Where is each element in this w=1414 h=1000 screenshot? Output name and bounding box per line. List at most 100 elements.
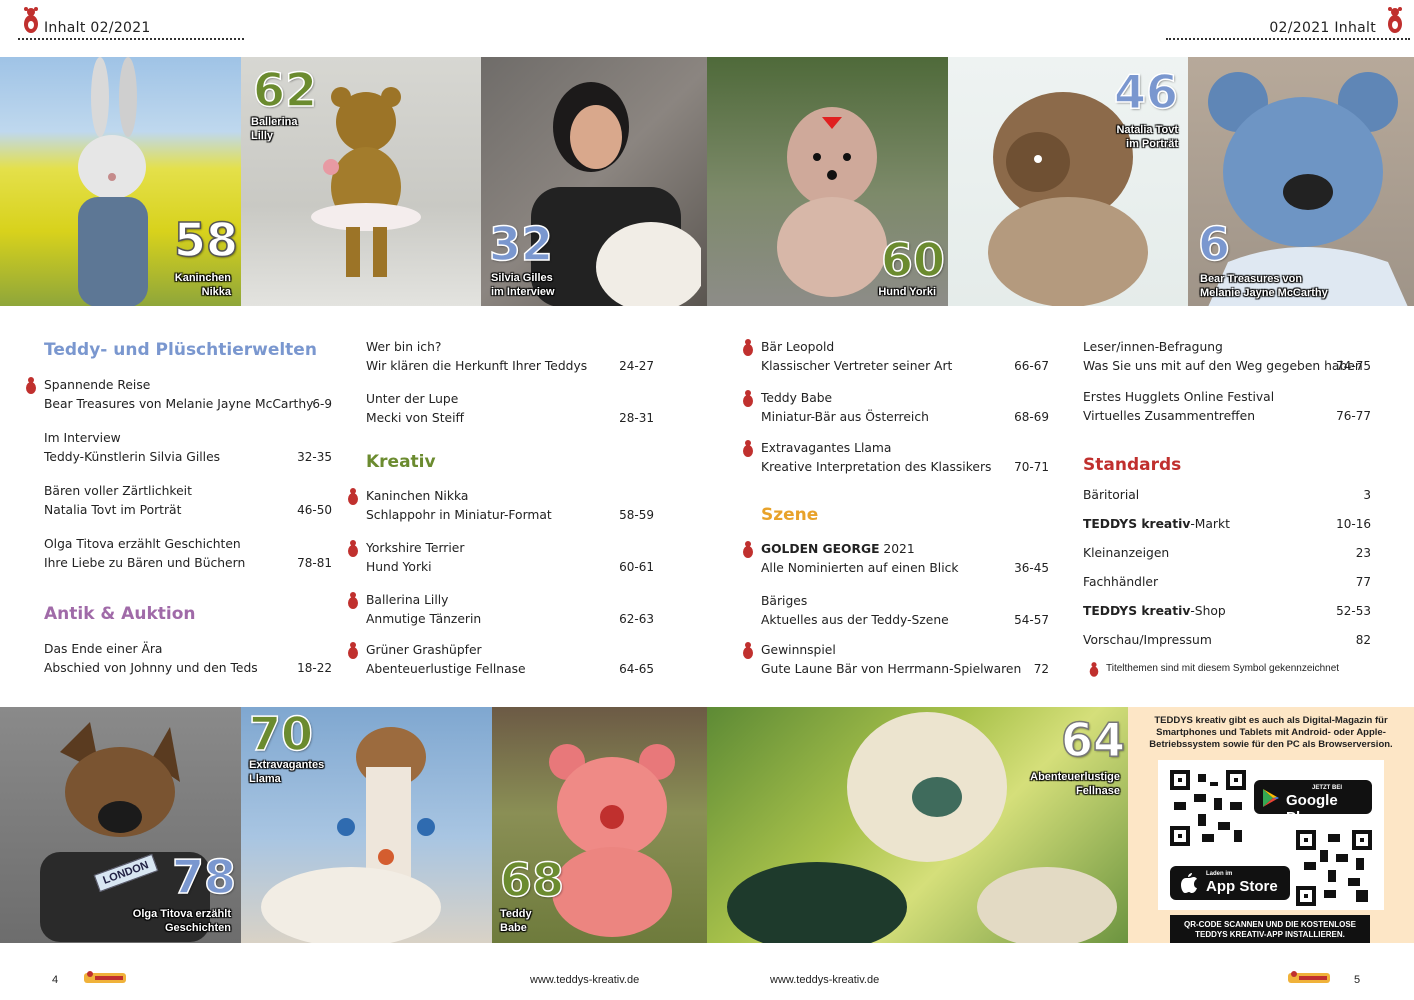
toc-entry[interactable]: Bären voller Zärtlichkeit Natalia Tovt i… [44,482,332,520]
website-url-right[interactable]: www.teddys-kreativ.de [770,974,879,986]
page-range: 10-16 [1336,517,1371,531]
teddy-bear-icon [1388,7,1402,33]
photo-caption: Teddy Babe [500,908,532,934]
page-number-left: 4 [52,974,59,986]
header-right: 02/2021 Inhalt [1166,6,1410,40]
cover-topic-icon [743,541,753,558]
rabbit-figure [78,57,148,306]
toc-entry[interactable]: Erstes Hugglets Online Festival Virtuell… [1083,388,1371,426]
cover-topic-icon [743,642,753,659]
page-range: 23 [1355,546,1371,560]
page-range: 32-35 [297,450,332,464]
cover-topic-icon [1089,662,1099,677]
page-range: 36-45 [1014,561,1049,575]
photo-caption: Natalia Tovt im Porträt [1116,124,1178,150]
header-section-label: 02/2021 Inhalt [1269,20,1376,36]
cover-topic-icon [348,488,358,505]
page-range: 66-67 [1014,359,1049,373]
standards-item[interactable]: Kleinanzeigen 23 [1083,544,1371,563]
teddys-kreativ-logo [84,971,126,983]
toc-entry[interactable]: Unter der Lupe Mecki von Steiff 28-31 [366,390,654,428]
photo-olga-titova[interactable]: LONDON 78 Olga Titova erzählt Geschichten [0,707,241,943]
page-range: 58-59 [619,508,654,522]
photo-caption: Abenteuerlustige Fellnase [1030,771,1120,797]
apple-icon [1181,873,1197,893]
toc-entry[interactable]: Bäriges Aktuelles aus der Teddy-Szene 54… [761,592,1049,630]
app-download-panel: JETZT BEI Google Play Laden im App Store [1158,760,1384,910]
toc-entry[interactable]: Kaninchen Nikka Schlappohr in Miniatur-F… [348,487,654,525]
page-range: 3 [1363,488,1371,502]
toc-entry[interactable]: Extravagantes Llama Kreative Interpretat… [743,439,1049,477]
promo-text: TEDDYS kreativ gibt es auch als Digital-… [1149,715,1393,750]
page-number-right: 5 [1354,974,1361,986]
standards-item[interactable]: Bäritorial 3 [1083,486,1371,505]
teddys-kreativ-logo [1288,971,1330,983]
page-number: 46 [1113,65,1179,119]
section-title-standards: Standards [1083,455,1182,475]
standards-item[interactable]: Fachhändler 77 [1083,573,1371,592]
page-range: 52-53 [1336,604,1371,618]
cover-topic-icon [743,339,753,356]
page-range: 54-57 [1014,613,1049,627]
photo-silvia-gilles[interactable]: 32 Silvia Gilles im Interview [481,57,707,306]
page-range: 74-75 [1336,359,1371,373]
photo-hund-yorki[interactable]: 60 Hund Yorki [707,57,948,306]
toc-entry[interactable]: Yorkshire Terrier Hund Yorki 60-61 [348,539,654,577]
toc-entry[interactable]: Gewinnspiel Gute Laune Bär von Herrmann-… [743,641,1049,679]
photo-caption: Silvia Gilles im Interview [491,272,555,298]
toc-entry[interactable]: Im Interview Teddy-Künstlerin Silvia Gil… [44,429,332,467]
page-number: 60 [880,233,946,287]
standards-item[interactable]: TEDDYS kreativ-Markt 10-16 [1083,515,1371,534]
page-number: 62 [252,63,318,117]
toc-entry[interactable]: Wer bin ich? Wir klären die Herkunft Ihr… [366,338,654,376]
page-range: 6-9 [312,397,332,411]
photo-abenteuerlustige-fellnase[interactable]: 64 Abenteuerlustige Fellnase [707,707,1128,943]
page-number: 6 [1197,217,1231,271]
page-number: 32 [488,217,554,271]
photo-rabbit-nikka[interactable]: 58 Kaninchen Nikka [0,57,241,306]
toc-entry[interactable]: Ballerina Lilly Anmutige Tänzerin 62-63 [348,591,654,629]
photo-caption: Bear Treasures von Melanie Jayne McCarthy [1200,273,1328,299]
page-number: 64 [1060,713,1126,767]
section-title-kreativ: Kreativ [366,452,436,472]
photo-natalia-tovt[interactable]: 46 Natalia Tovt im Porträt [948,57,1188,306]
header-section-label: Inhalt 02/2021 [44,20,151,36]
toc-entry[interactable]: Leser/innen-Befragung Was Sie uns mit au… [1083,338,1371,376]
page-range: 28-31 [619,411,654,425]
page-number: 70 [248,707,314,761]
photo-bear-treasures[interactable]: 6 Bear Treasures von Melanie Jayne McCart… [1188,57,1414,306]
toc-entry[interactable]: Grüner Grashüpfer Abenteuerlustige Felln… [348,641,654,679]
toc-entry[interactable]: Das Ende einer Ära Abschied von Johnny u… [44,640,332,678]
cover-topic-icon [743,440,753,457]
section-title-antik: Antik & Auktion [44,604,196,624]
photo-teddy-babe[interactable]: 68 Teddy Babe [492,707,707,943]
standards-item[interactable]: TEDDYS kreativ-Shop 52-53 [1083,602,1371,621]
header-left: Inhalt 02/2021 [18,6,244,40]
section-title-szene: Szene [761,505,819,525]
photo-caption: Extravagantes Llama [249,759,325,785]
page-range: 24-27 [619,359,654,373]
toc-entry[interactable]: Bär Leopold Klassischer Vertreter seiner… [743,338,1049,376]
page-range: 18-22 [297,661,332,675]
app-store-button[interactable]: Laden im App Store [1170,866,1290,900]
cover-symbol-legend: Titelthemen sind mit diesem Symbol geken… [1088,661,1378,677]
cover-topic-icon [743,390,753,407]
photo-extravagantes-llama[interactable]: 70 Extravagantes Llama [241,707,492,943]
toc-entry[interactable]: Teddy Babe Miniatur-Bär aus Österreich 6… [743,389,1049,427]
toc-entry[interactable]: GOLDEN GEORGE 2021 Alle Nominierten auf … [743,540,1049,578]
page-number: 58 [173,213,239,267]
google-play-button[interactable]: JETZT BEI Google Play [1254,780,1372,826]
photo-ballerina-lilly[interactable]: 62 Ballerina Lilly [241,57,481,306]
website-url-left[interactable]: www.teddys-kreativ.de [530,974,639,986]
toc-entry[interactable]: Spannende Reise Bear Treasures von Melan… [26,376,332,414]
section-title-teddy: Teddy- und Plüschtierwelten [44,340,317,360]
google-play-icon [1263,789,1279,807]
page-range: 77 [1355,575,1371,589]
toc-entry[interactable]: Olga Titova erzählt Geschichten Ihre Lie… [44,535,332,573]
standards-item[interactable]: Vorschau/Impressum 82 [1083,631,1371,650]
cover-topic-icon [348,592,358,609]
qr-code-google-play[interactable] [1170,770,1246,846]
page-range: 78-81 [297,556,332,570]
qr-code-app-store[interactable] [1296,830,1372,906]
page-range: 82 [1355,633,1371,647]
